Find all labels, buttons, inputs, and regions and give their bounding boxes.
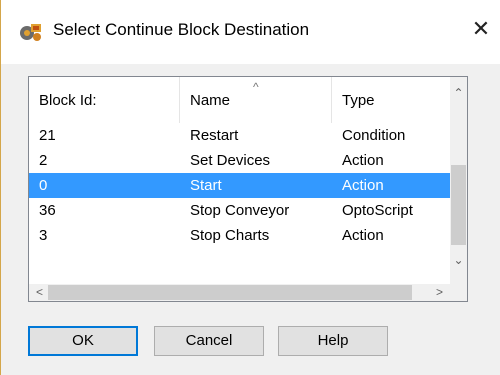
window-border <box>0 0 1 375</box>
scroll-right-icon[interactable]: > <box>431 284 448 301</box>
vertical-scroll-thumb[interactable] <box>451 165 466 245</box>
cell-block-id: 21 <box>39 127 56 144</box>
close-button[interactable]: ✕ <box>466 14 496 44</box>
cell-type: Action <box>342 227 384 244</box>
window-title: Select Continue Block Destination <box>53 20 310 39</box>
column-header-block-id[interactable]: Block Id: <box>29 77 180 123</box>
cell-name: Restart <box>190 127 239 144</box>
cell-type: Condition <box>342 127 406 144</box>
list-row[interactable]: 3 Stop Charts Action <box>29 223 450 248</box>
cell-name: Stop Conveyor <box>190 202 290 219</box>
vertical-scrollbar[interactable]: ⌃ ⌄ <box>450 77 467 284</box>
cell-name: Stop Charts <box>190 227 270 244</box>
cancel-button[interactable]: Cancel <box>154 326 264 356</box>
list-row[interactable]: 21 Restart Condition <box>29 123 450 148</box>
ok-button[interactable]: OK <box>28 326 138 356</box>
block-list[interactable]: Block Id: Name Type ^ 21 Restart Conditi… <box>28 76 468 302</box>
cell-block-id: 3 <box>39 227 48 244</box>
cell-block-id: 0 <box>39 177 48 194</box>
cell-block-id: 36 <box>39 202 56 219</box>
horizontal-scrollbar[interactable]: < > <box>29 284 450 301</box>
title-bar: Select Continue Block Destination ✕ <box>0 0 500 64</box>
help-button[interactable]: Help <box>278 326 388 356</box>
list-header: Block Id: Name Type ^ <box>29 77 450 123</box>
app-gear-icon <box>20 24 41 41</box>
column-header-type[interactable]: Type <box>332 77 450 123</box>
sort-ascending-icon: ^ <box>253 80 259 94</box>
cell-type: Action <box>342 177 384 194</box>
cell-block-id: 2 <box>39 152 48 169</box>
list-row-selected[interactable]: 0 Start Action <box>29 173 450 198</box>
scroll-left-icon[interactable]: < <box>31 284 48 301</box>
scroll-down-icon[interactable]: ⌄ <box>450 252 467 269</box>
scroll-up-icon[interactable]: ⌃ <box>450 85 467 102</box>
list-row[interactable]: 36 Stop Conveyor OptoScript <box>29 198 450 223</box>
cell-name: Start <box>190 177 222 194</box>
list-row[interactable]: 2 Set Devices Action <box>29 148 450 173</box>
scrollbar-corner <box>450 284 467 301</box>
cell-name: Set Devices <box>190 152 271 169</box>
cell-type: OptoScript <box>342 202 413 219</box>
horizontal-scroll-thumb[interactable] <box>48 285 412 300</box>
cell-type: Action <box>342 152 384 169</box>
